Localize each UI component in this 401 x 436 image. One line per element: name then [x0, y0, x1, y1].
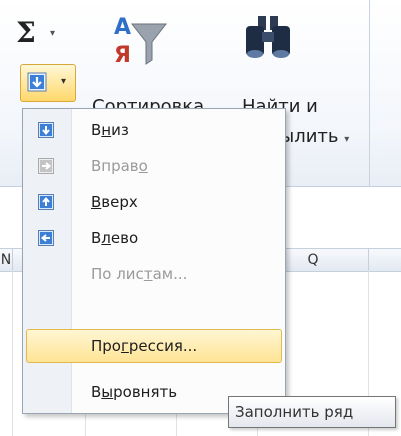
- fill-dropdown-icon: ▾: [61, 76, 67, 87]
- menu-item-label: Прогрессия...: [91, 337, 198, 355]
- tooltip: Заполнить ряд: [228, 396, 396, 428]
- menu-item-label: Вниз: [91, 121, 129, 139]
- sort-filter-icon[interactable]: А Я: [110, 12, 170, 74]
- binoculars-icon[interactable]: [238, 10, 298, 70]
- column-header-n[interactable]: N: [0, 249, 13, 271]
- svg-text:Я: Я: [114, 43, 131, 68]
- menu-item-down[interactable]: Вниз: [23, 112, 285, 148]
- svg-text:А: А: [114, 15, 131, 40]
- autosum-dropdown-icon[interactable]: ▾: [50, 28, 55, 39]
- menu-item-label: По листам...: [91, 265, 188, 283]
- find-select-label-line2[interactable]: ылить ▾: [280, 126, 349, 147]
- column-header[interactable]: [369, 249, 401, 271]
- menu-item-label: Выровнять: [91, 383, 178, 401]
- autosum-button[interactable]: Σ: [16, 16, 36, 49]
- menu-item-label: Влево: [91, 229, 139, 247]
- menu-item-left[interactable]: Влево: [23, 220, 285, 256]
- menu-item-series[interactable]: Прогрессия...: [23, 328, 285, 364]
- find-dropdown-icon: ▾: [344, 134, 350, 145]
- fill-menu: Вниз Вправо Вверх Влево По листам... Про…: [22, 108, 286, 414]
- fill-button[interactable]: ▾: [20, 64, 76, 102]
- arrow-left-icon: [38, 230, 54, 250]
- menu-item-up[interactable]: Вверх: [23, 184, 285, 220]
- fill-down-icon: [27, 72, 47, 96]
- ribbon-divider: [369, 0, 370, 186]
- arrow-up-icon: [38, 194, 54, 214]
- arrow-right-icon: [38, 158, 54, 178]
- menu-item-right[interactable]: Вправо: [23, 148, 285, 184]
- grid-line: [12, 271, 13, 436]
- arrow-down-icon: [38, 122, 54, 142]
- menu-item-label: Вправо: [91, 157, 148, 175]
- menu-item-across-sheets[interactable]: По листам...: [23, 256, 285, 292]
- menu-item-label: Вверх: [91, 193, 138, 211]
